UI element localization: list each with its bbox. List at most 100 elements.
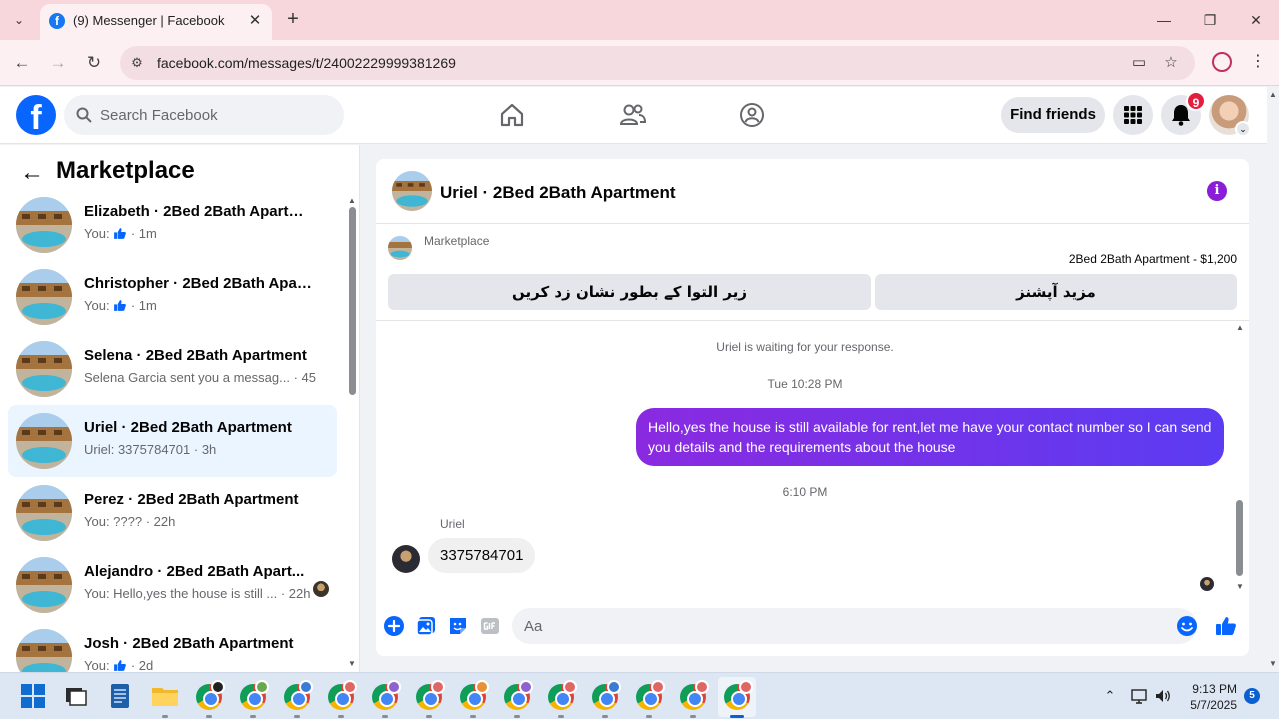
scroll-up-icon[interactable]: ▲	[346, 195, 358, 207]
listing-thumbnail[interactable]	[388, 236, 412, 260]
incoming-message[interactable]: 3375784701	[428, 538, 536, 573]
find-friends-button[interactable]: Find friends	[1001, 97, 1105, 133]
conversation-preview: You: · 1m	[84, 298, 316, 313]
conversation-item[interactable]: Alejandro · 2Bed 2Bath Apart... You: Hell…	[8, 549, 337, 621]
scroll-down-icon[interactable]: ▼	[346, 658, 358, 670]
preview-time: · 45m	[293, 370, 316, 385]
conversation-name: Perez · 2Bed 2Bath Apartment	[84, 491, 299, 508]
sticker-icon[interactable]	[447, 615, 469, 637]
message-scrollbar[interactable]: ▲ ▼	[1234, 322, 1246, 598]
chat-panel: Uriel · 2Bed 2Bath Apartment i Marketpla…	[376, 159, 1249, 656]
volume-icon[interactable]	[1154, 687, 1172, 705]
bookmark-star-icon[interactable]: ☆	[1161, 53, 1181, 73]
groups-icon[interactable]	[738, 101, 766, 129]
conversation-name: Alejandro · 2Bed 2Bath Apart...	[84, 563, 305, 580]
listing-avatar	[16, 269, 72, 325]
windows-start-icon[interactable]	[18, 681, 48, 711]
site-settings-icon[interactable]: ⚙	[128, 54, 146, 72]
panel-title: Marketplace	[56, 157, 195, 184]
sender-name: Uriel	[440, 517, 465, 531]
tab-search-chevron-icon[interactable]: ⌄	[8, 10, 30, 30]
profile-badge-icon	[607, 680, 621, 694]
tab-close-icon[interactable]: ✕	[246, 12, 264, 30]
preview-text: You: Hello,yes the house is still ...	[84, 586, 278, 601]
chat-title[interactable]: Uriel · 2Bed 2Bath Apartment	[440, 183, 676, 203]
facebook-favicon-icon: f	[49, 13, 65, 29]
running-indicator	[730, 715, 744, 718]
message-input[interactable]	[512, 608, 1197, 644]
conversation-item[interactable]: Christopher · 2Bed 2Bath Apart... You: · …	[8, 261, 337, 333]
browser-tab[interactable]: f (9) Messenger | Facebook ✕	[40, 4, 272, 40]
info-icon[interactable]: i	[1207, 181, 1227, 201]
seen-avatar	[313, 581, 329, 597]
scroll-down-icon[interactable]: ▼	[1234, 581, 1246, 593]
scroll-thumb[interactable]	[1236, 500, 1243, 576]
conversation-item[interactable]: Elizabeth · 2Bed 2Bath Apartment You: · 1…	[8, 189, 337, 261]
conversation-item[interactable]: Selena · 2Bed 2Bath Apartment Selena Garc…	[8, 333, 337, 405]
scroll-up-icon[interactable]: ▲	[1234, 322, 1246, 334]
outgoing-message[interactable]: Hello,yes the house is still available f…	[636, 408, 1224, 466]
apartment-pool-image	[388, 236, 412, 260]
show-hidden-icons-chevron-icon[interactable]: ⌃	[1101, 687, 1119, 705]
network-icon[interactable]	[1130, 687, 1148, 705]
install-app-icon[interactable]: ▭	[1129, 53, 1149, 73]
reload-icon[interactable]: ↻	[82, 51, 106, 75]
notepad-app-icon[interactable]	[105, 681, 135, 711]
friends-icon[interactable]	[619, 101, 647, 129]
address-bar[interactable]: ⚙ facebook.com/messages/t/24002229999381…	[120, 46, 1195, 80]
file-explorer-icon[interactable]	[150, 681, 180, 711]
window-close-icon[interactable]: ✕	[1243, 8, 1269, 32]
menu-button[interactable]	[1113, 95, 1153, 135]
emoji-icon[interactable]	[1176, 615, 1198, 637]
new-tab-plus-icon[interactable]: +	[282, 8, 304, 30]
photo-gallery-icon[interactable]	[415, 615, 437, 637]
thumbs-up-icon[interactable]	[1215, 615, 1237, 637]
conversation-name: Uriel · 2Bed 2Bath Apartment	[84, 419, 292, 436]
profile-badge-icon	[519, 680, 533, 694]
running-indicator	[558, 715, 564, 718]
search-input[interactable]	[100, 95, 330, 135]
preview-prefix: You:	[84, 298, 110, 313]
grid-menu-icon	[1124, 106, 1142, 124]
conversation-list-scrollbar[interactable]: ▲ ▼	[346, 195, 358, 669]
conversation-item[interactable]: Josh · 2Bed 2Bath Apartment You: · 2d	[8, 621, 337, 672]
listing-avatar[interactable]	[392, 171, 432, 211]
sender-avatar[interactable]	[392, 545, 420, 573]
restore-icon[interactable]: ❐	[1197, 8, 1223, 32]
running-indicator	[514, 715, 520, 718]
facebook-logo-icon[interactable]: f	[16, 95, 56, 135]
minimize-icon[interactable]: —	[1151, 8, 1177, 32]
gif-icon[interactable]	[479, 615, 501, 637]
account-chevron-icon[interactable]: ⌄	[1235, 121, 1251, 137]
mark-as-pending-button[interactable]: زیر التوا کے بطور نشان زد کریں	[388, 274, 871, 310]
conversation-item[interactable]: Perez · 2Bed 2Bath Apartment You: ???? · …	[8, 477, 337, 549]
browser-menu-icon[interactable]: ⋮	[1250, 51, 1266, 73]
task-view-icon[interactable]	[61, 681, 91, 711]
scroll-thumb[interactable]	[349, 207, 356, 395]
scroll-down-icon[interactable]: ▼	[1267, 658, 1279, 670]
more-options-button[interactable]: مزید آپشنز	[875, 274, 1237, 310]
message-thread: Uriel is waiting for your response. Tue …	[376, 322, 1249, 598]
preview-text: Uriel: 3375784701	[84, 442, 191, 457]
preview-text: Selena Garcia sent you a messag...	[84, 370, 290, 385]
marketplace-label: Marketplace	[424, 234, 490, 248]
chat-header: Uriel · 2Bed 2Bath Apartment i	[376, 159, 1249, 224]
url-text[interactable]: facebook.com/messages/t/2400222999938126…	[157, 55, 456, 71]
home-icon[interactable]	[498, 101, 526, 129]
read-receipt-avatar	[1200, 577, 1214, 591]
back-arrow-icon[interactable]: ←	[18, 159, 46, 187]
search-box[interactable]	[64, 95, 344, 135]
notification-center-badge[interactable]: 5	[1244, 688, 1260, 704]
conversation-preview: You: · 1m	[84, 226, 316, 241]
running-indicator	[690, 715, 696, 718]
back-arrow-icon[interactable]: ←	[10, 51, 34, 75]
plus-circle-icon[interactable]	[383, 615, 405, 637]
forward-arrow-icon[interactable]: →	[46, 51, 70, 75]
conversation-item[interactable]: Uriel · 2Bed 2Bath Apartment Uriel: 33757…	[8, 405, 337, 477]
page-scrollbar[interactable]: ▲ ▼	[1267, 87, 1279, 671]
scroll-up-icon[interactable]: ▲	[1267, 89, 1279, 101]
browser-profile-icon[interactable]	[1212, 52, 1232, 72]
profile-badge-icon	[211, 680, 225, 694]
system-clock[interactable]: 9:13 PM 5/7/2025	[1187, 681, 1237, 713]
listing-title-price[interactable]: 2Bed 2Bath Apartment - $1,200	[1069, 252, 1237, 266]
